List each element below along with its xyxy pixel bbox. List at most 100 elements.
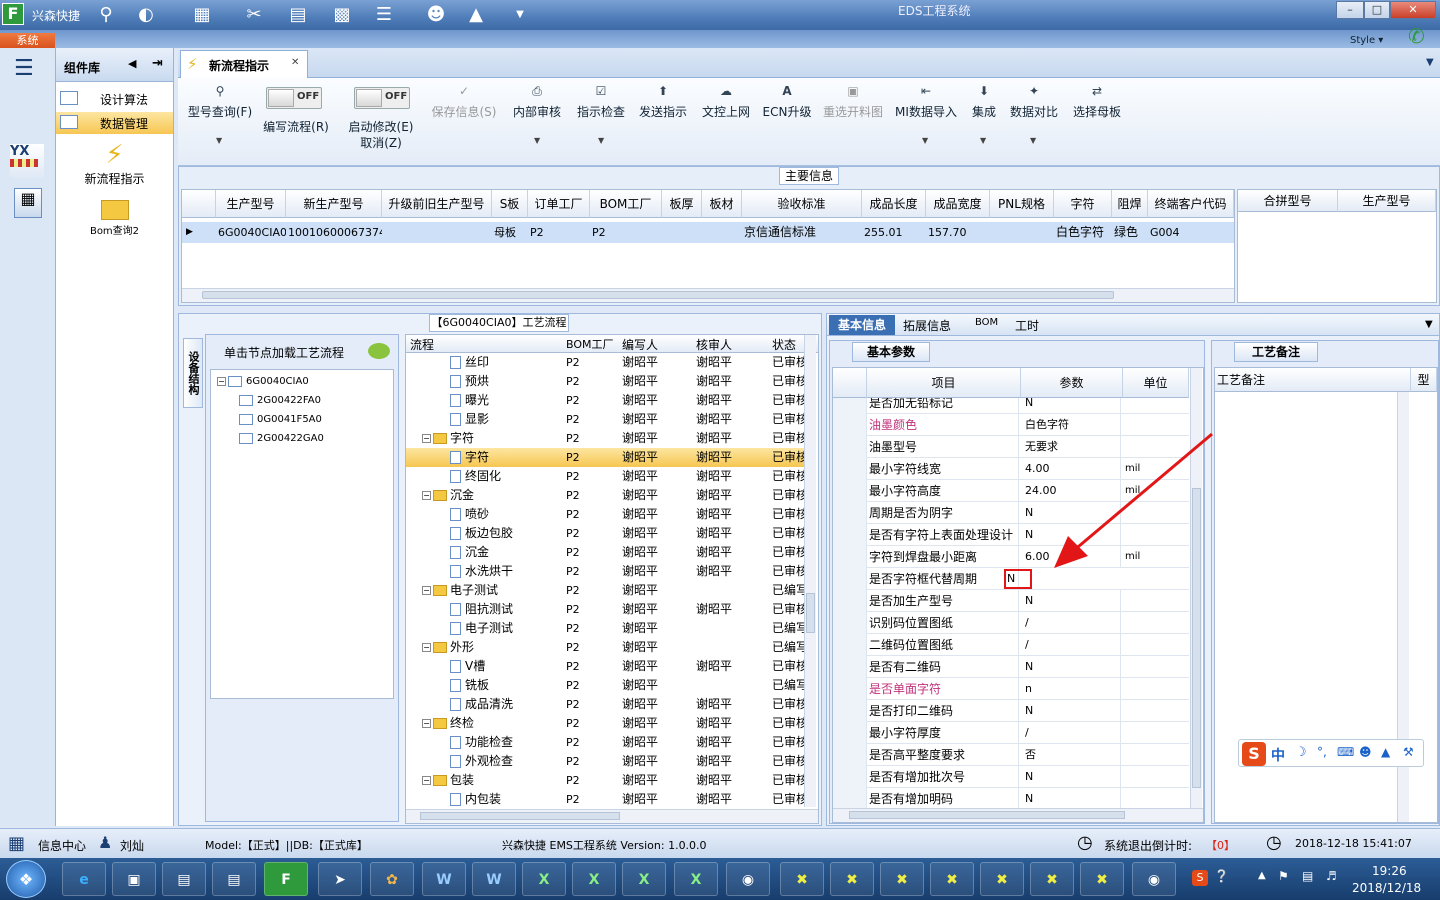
- param-value[interactable]: N: [1021, 656, 1121, 678]
- table-cell[interactable]: 6G0040CIA0: [218, 222, 286, 243]
- col-header[interactable]: 流程: [410, 336, 434, 353]
- param-value[interactable]: 无要求: [1021, 436, 1121, 458]
- cancel-edit-label[interactable]: 取消(Z): [348, 134, 414, 151]
- col-header[interactable]: 型: [1411, 368, 1437, 392]
- row-selector[interactable]: [833, 398, 867, 414]
- taskbar-ie-icon[interactable]: e: [62, 862, 106, 896]
- arrow-left-icon[interactable]: ◀: [128, 57, 136, 70]
- tree-node-root[interactable]: −6G0040CIA0: [217, 372, 309, 391]
- taskbar-excel-icon[interactable]: X: [572, 862, 616, 896]
- close-icon[interactable]: ✕: [291, 57, 299, 68]
- table-cell[interactable]: 母板: [494, 222, 528, 243]
- process-row[interactable]: 铣板 P2 谢昭平 已编写: [406, 676, 804, 695]
- taskbar-eye-icon[interactable]: ◉: [726, 862, 770, 896]
- col-header[interactable]: 字符: [1054, 190, 1112, 218]
- row-selector[interactable]: [833, 436, 867, 458]
- data-compare-button[interactable]: ✦ 数据对比: [1008, 83, 1060, 120]
- taskbar-eds-icon[interactable]: F: [264, 862, 308, 896]
- col-header[interactable]: 成品长度: [862, 190, 926, 218]
- tab-extended-info[interactable]: 拓展信息: [903, 317, 951, 334]
- process-row[interactable]: 字符 P2 谢昭平 谢昭平 已审核: [406, 448, 804, 467]
- ecn-upgrade-button[interactable]: A ECN升级: [760, 83, 814, 120]
- tree-node[interactable]: 0G0041F5A0: [239, 410, 322, 429]
- taskbar-x-window-icon[interactable]: ✖: [780, 862, 824, 896]
- tree-node[interactable]: 2G00422GA0: [239, 429, 324, 448]
- col-header[interactable]: 订单工厂: [528, 190, 590, 218]
- chevron-down-icon[interactable]: ▼: [1030, 136, 1036, 145]
- main-grid-hscrollbar[interactable]: [182, 288, 1234, 302]
- process-row[interactable]: 显影 P2 谢昭平 谢昭平 已审核: [406, 410, 804, 429]
- col-header[interactable]: 项目: [867, 368, 1021, 398]
- table-cell[interactable]: [704, 222, 742, 243]
- taskbar-save-icon[interactable]: ▣: [112, 862, 156, 896]
- tree-node[interactable]: 2G00422FA0: [239, 391, 321, 410]
- param-value[interactable]: 6.00: [1021, 546, 1121, 568]
- process-row[interactable]: − 沉金 P2 谢昭平 谢昭平 已审核: [406, 486, 804, 505]
- param-row[interactable]: 油墨型号 无要求: [833, 436, 1189, 458]
- collapse-icon[interactable]: −: [422, 586, 431, 595]
- process-row[interactable]: 沉金 P2 谢昭平 谢昭平 已审核: [406, 543, 804, 562]
- taskbar-excel-icon[interactable]: X: [622, 862, 666, 896]
- taskbar-feishu-icon[interactable]: ➤: [318, 862, 362, 896]
- param-row[interactable]: 周期是否为阴字 N: [833, 502, 1189, 524]
- maximize-button[interactable]: □: [1364, 1, 1390, 19]
- param-row[interactable]: 是否高平整度要求否: [833, 744, 1189, 766]
- col-header[interactable]: 新生产型号: [286, 190, 382, 218]
- row-selector[interactable]: [833, 502, 867, 524]
- col-header[interactable]: 状态: [772, 336, 796, 353]
- param-row[interactable]: 是否加生产型号 N: [833, 590, 1189, 612]
- param-value[interactable]: N: [1021, 590, 1121, 612]
- tray-speaker-icon[interactable]: ♬: [1326, 869, 1337, 883]
- taskbar-x-window-icon[interactable]: ✖: [880, 862, 924, 896]
- row-selector[interactable]: [833, 414, 867, 436]
- clipboard-icon[interactable]: ▩: [330, 3, 354, 27]
- tab-bom[interactable]: BOM: [975, 317, 998, 328]
- taskbar-x-window-icon[interactable]: ✖: [930, 862, 974, 896]
- taskbar-scanner-icon[interactable]: ▤: [212, 862, 256, 896]
- tab-basic-info[interactable]: 基本信息: [829, 315, 895, 335]
- table-cell[interactable]: 10010600067374: [288, 222, 382, 243]
- taskbar-time[interactable]: 19:26: [1372, 864, 1407, 878]
- col-header[interactable]: BOM工厂: [566, 336, 614, 352]
- row-selector[interactable]: [833, 722, 867, 744]
- row-selector[interactable]: [833, 744, 867, 766]
- taskbar-word-icon[interactable]: W: [422, 862, 466, 896]
- col-header[interactable]: S板: [492, 190, 528, 218]
- param-value[interactable]: N: [1021, 398, 1121, 414]
- row-selector[interactable]: [833, 700, 867, 722]
- save-info-button[interactable]: ✓ 保存信息(S): [428, 83, 500, 120]
- table-cell[interactable]: 白色字符: [1056, 222, 1112, 243]
- table-cell[interactable]: P2: [530, 222, 590, 243]
- param-value[interactable]: N: [1021, 700, 1121, 722]
- chevron-down-icon[interactable]: ▼: [598, 136, 604, 145]
- process-hscrollbar[interactable]: [406, 809, 818, 823]
- tray-sogou-icon[interactable]: S: [1192, 870, 1208, 886]
- internal-review-button[interactable]: ⎙ 内部审核: [510, 83, 564, 120]
- taskbar-eye-icon[interactable]: ◉: [1132, 862, 1176, 896]
- process-row[interactable]: 电子测试 P2 谢昭平 已编写: [406, 619, 804, 638]
- param-row[interactable]: 是否有字符上表面处理设计 N: [833, 524, 1189, 546]
- tool-bom-query[interactable]: Bom查询2: [56, 196, 173, 242]
- table-cell[interactable]: [664, 222, 702, 243]
- tray-network-icon[interactable]: ▤: [1302, 869, 1313, 883]
- row-selector[interactable]: [833, 480, 867, 502]
- calculator-icon[interactable]: ▦: [14, 188, 42, 218]
- doc-control-online-button[interactable]: ☁ 文控上网: [698, 83, 754, 120]
- taskbar-x-window-icon[interactable]: ✖: [980, 862, 1024, 896]
- param-value[interactable]: /: [1021, 722, 1121, 744]
- param-subtab[interactable]: 基本参数: [852, 342, 930, 362]
- col-header[interactable]: 板厚: [662, 190, 702, 218]
- collapse-icon[interactable]: −: [422, 719, 431, 728]
- globe-icon[interactable]: ◐: [134, 3, 158, 27]
- param-row[interactable]: 最小字符厚度 /: [833, 722, 1189, 744]
- process-row[interactable]: 丝印 P2 谢昭平 谢昭平 已审核: [406, 353, 804, 372]
- row-selector[interactable]: [833, 458, 867, 480]
- col-header[interactable]: 生产型号: [216, 190, 286, 218]
- hamburger-icon[interactable]: ☰: [14, 56, 34, 81]
- param-value[interactable]: 24.00: [1021, 480, 1121, 502]
- phone-icon[interactable]: ✆: [1408, 24, 1425, 48]
- tab-work-hours[interactable]: 工时: [1015, 317, 1039, 334]
- col-header[interactable]: PNL规格: [990, 190, 1054, 218]
- taskbar-x-window-icon[interactable]: ✖: [830, 862, 874, 896]
- process-row[interactable]: 喷砂 P2 谢昭平 谢昭平 已审核: [406, 505, 804, 524]
